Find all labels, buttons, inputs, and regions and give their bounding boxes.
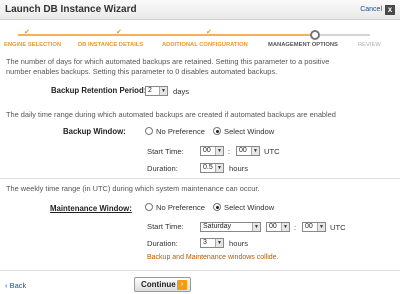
retention-unit: days (173, 87, 190, 96)
footer-divider (0, 270, 400, 271)
retention-value: 2 (148, 87, 152, 94)
maintenance-start-minute-select[interactable]: 00 ▼ (302, 222, 326, 232)
retention-description-line: The number of days for which automated b… (6, 57, 330, 66)
backup-timezone-label: UTC (264, 147, 280, 156)
backup-start-minute-select[interactable]: 00 ▼ (236, 146, 260, 156)
backup-start-time-label: Start Time: (147, 147, 184, 156)
chevron-down-icon: ▼ (281, 223, 289, 231)
chevron-down-icon: ▼ (215, 147, 223, 155)
step-additional-configuration[interactable]: ADDITIONAL CONFIGURATION (162, 42, 248, 48)
backup-select-window-radio[interactable] (213, 127, 221, 135)
maintenance-start-minute-value: 00 (305, 223, 313, 230)
chevron-down-icon: ▼ (215, 164, 223, 172)
chevron-left-icon: ‹ (5, 281, 8, 290)
back-link[interactable]: ‹ Back (5, 281, 26, 290)
backup-select-window-label[interactable]: Select Window (224, 127, 274, 136)
backup-window-description: The daily time range during which automa… (6, 110, 336, 119)
progress-line-remaining (320, 34, 370, 36)
close-icon[interactable]: x (385, 5, 395, 15)
step-review: REVIEW (358, 42, 381, 48)
step-check-icon: ✔ (206, 29, 212, 36)
chevron-down-icon: ▼ (215, 239, 223, 247)
backup-duration-select[interactable]: 0.5 ▼ (200, 163, 224, 173)
wizard-title-bar: Launch DB Instance Wizard Cancel x (0, 0, 400, 20)
maintenance-start-time-label: Start Time: (147, 222, 184, 231)
backup-duration-label: Duration: (147, 164, 178, 173)
backup-start-minute-value: 00 (239, 147, 247, 154)
maintenance-start-hour-select[interactable]: 00 ▼ (266, 222, 290, 232)
step-management-options: MANAGEMENT OPTIONS (268, 42, 338, 48)
maintenance-window-description: The weekly time range (in UTC) during wh… (6, 184, 260, 193)
continue-button-label: Continue (141, 280, 176, 289)
backup-no-preference-label[interactable]: No Preference (156, 127, 205, 136)
time-separator: : (228, 147, 231, 156)
time-separator: : (294, 223, 297, 232)
maintenance-window-label: Maintenance Window: (50, 204, 132, 213)
backup-duration-unit: hours (229, 164, 248, 173)
cancel-link[interactable]: Cancel (360, 6, 382, 13)
retention-label: Backup Retention Period: (51, 86, 147, 95)
section-divider (0, 178, 400, 179)
chevron-down-icon: ▼ (159, 87, 167, 95)
retention-select[interactable]: 2 ▼ (145, 86, 168, 96)
arrow-right-icon: › (177, 280, 187, 290)
progress-line-done (18, 34, 310, 36)
step-engine-selection[interactable]: ENGINE SELECTION (4, 42, 61, 48)
maintenance-no-preference-label[interactable]: No Preference (156, 203, 205, 212)
step-check-icon: ✔ (24, 29, 30, 36)
wizard-title: Launch DB Instance Wizard (5, 4, 137, 15)
maintenance-duration-label: Duration: (147, 239, 178, 248)
backup-no-preference-radio[interactable] (145, 127, 153, 135)
maintenance-start-day-value: Saturday (203, 223, 232, 230)
step-check-icon: ✔ (116, 29, 122, 36)
retention-description-line: number enables backups. Setting this par… (6, 66, 278, 76)
retention-description: The number of days for which automated b… (6, 57, 329, 76)
back-link-label: Back (9, 281, 27, 290)
maintenance-select-window-label[interactable]: Select Window (224, 203, 274, 212)
maintenance-timezone-label: UTC (330, 223, 346, 232)
maintenance-duration-value: 3 (203, 239, 207, 246)
maintenance-select-window-radio[interactable] (213, 203, 221, 211)
step-db-instance-details[interactable]: DB INSTANCE DETAILS (78, 42, 143, 48)
backup-start-hour-value: 00 (203, 147, 211, 154)
backup-window-label: Backup Window: (63, 127, 126, 136)
maintenance-duration-unit: hours (229, 239, 248, 248)
backup-start-hour-select[interactable]: 00 ▼ (200, 146, 224, 156)
chevron-down-icon: ▼ (252, 223, 260, 231)
window-collision-warning: Backup and Maintenance windows collide. (147, 254, 279, 261)
chevron-down-icon: ▼ (317, 223, 325, 231)
step-current-icon (310, 30, 320, 40)
backup-duration-value: 0.5 (203, 164, 213, 171)
continue-button[interactable]: Continue › (134, 277, 191, 292)
maintenance-duration-select[interactable]: 3 ▼ (200, 238, 224, 248)
maintenance-no-preference-radio[interactable] (145, 203, 153, 211)
wizard-progress: ✔ ✔ ✔ ENGINE SELECTION DB INSTANCE DETAI… (0, 22, 400, 50)
chevron-down-icon: ▼ (251, 147, 259, 155)
maintenance-start-hour-value: 00 (269, 223, 277, 230)
maintenance-start-day-select[interactable]: Saturday ▼ (200, 222, 261, 232)
